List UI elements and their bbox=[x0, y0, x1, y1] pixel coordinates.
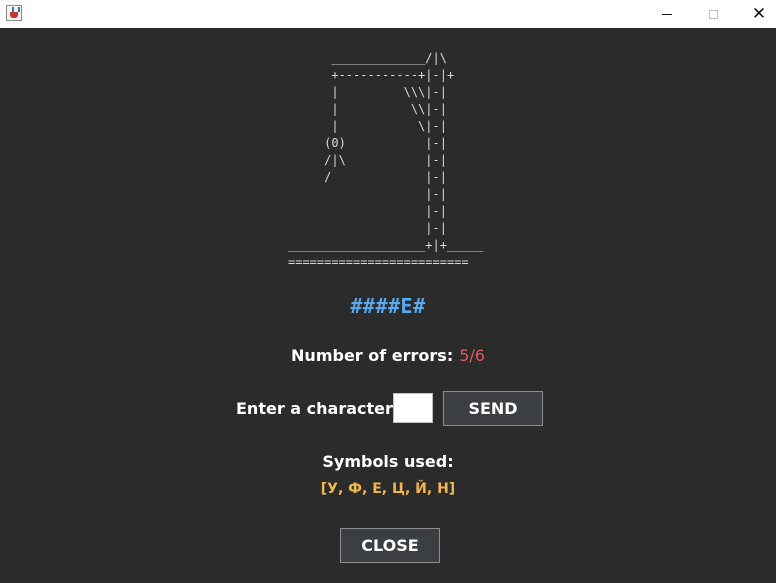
errors-value: 5/6 bbox=[459, 346, 485, 365]
masked-word: ####E# bbox=[350, 294, 426, 318]
maximize-button bbox=[690, 0, 736, 28]
errors-label: Number of errors: bbox=[291, 346, 454, 365]
title-bar: ✕ bbox=[0, 0, 776, 28]
minimize-icon bbox=[662, 13, 672, 15]
close-button[interactable]: CLOSE bbox=[340, 528, 440, 563]
symbols-used-list: [У, Ф, Е, Ц, Й, Н] bbox=[320, 481, 456, 497]
enter-character-label: Enter a character: bbox=[236, 399, 400, 418]
maximize-icon bbox=[708, 9, 718, 19]
close-window-button[interactable]: ✕ bbox=[736, 0, 776, 28]
character-input[interactable] bbox=[393, 393, 433, 423]
gallows-ascii-art: _____________/|\ +-----------+|-|+ | \\\… bbox=[288, 51, 484, 269]
symbols-used-label: Symbols used: bbox=[322, 452, 454, 471]
send-button[interactable]: SEND bbox=[443, 391, 543, 426]
errors-row: Number of errors: 5/6 bbox=[0, 346, 776, 365]
minimize-button[interactable] bbox=[644, 0, 690, 28]
close-icon: ✕ bbox=[751, 3, 767, 24]
java-app-icon bbox=[6, 5, 22, 21]
